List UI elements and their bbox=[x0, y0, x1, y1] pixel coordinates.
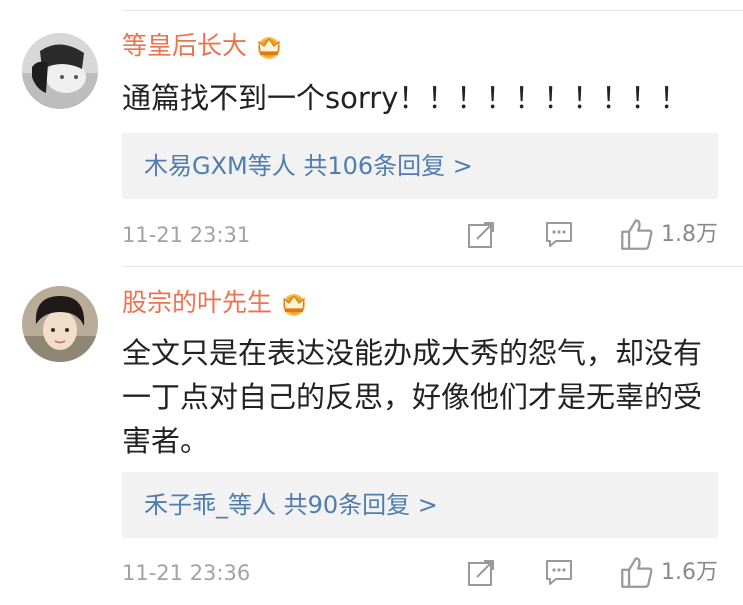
comment-text: 通篇找不到一个sorry！！！！！！！！！！ bbox=[122, 81, 689, 115]
username-row: 等皇后长大 bbox=[122, 28, 285, 64]
avatar[interactable] bbox=[22, 286, 98, 362]
timestamp: 11-21 23:36 bbox=[122, 561, 251, 585]
comment-icon[interactable] bbox=[544, 219, 574, 249]
like-count: 1.8万 bbox=[661, 222, 718, 247]
username[interactable]: 股宗的叶先生 bbox=[122, 285, 272, 321]
top-divider bbox=[122, 10, 743, 11]
crown-icon bbox=[283, 294, 306, 316]
username-row: 股宗的叶先生 bbox=[122, 285, 310, 321]
reply-link[interactable]: 禾子乖_等人 共90条回复 > bbox=[144, 472, 438, 538]
crown-icon bbox=[258, 37, 281, 59]
like-icon[interactable] bbox=[620, 555, 654, 589]
avatar[interactable] bbox=[22, 33, 98, 109]
username[interactable]: 等皇后长大 bbox=[122, 28, 247, 64]
timestamp: 11-21 23:31 bbox=[122, 223, 251, 247]
like-count: 1.6万 bbox=[661, 560, 718, 585]
share-icon[interactable] bbox=[467, 219, 497, 249]
reply-link[interactable]: 木易GXM等人 共106条回复 > bbox=[144, 133, 473, 199]
comment-divider bbox=[122, 266, 743, 267]
reply-box[interactable]: 禾子乖_等人 共90条回复 > bbox=[122, 472, 718, 538]
reply-box[interactable]: 木易GXM等人 共106条回复 > bbox=[122, 133, 718, 199]
share-icon[interactable] bbox=[467, 557, 497, 587]
comment-icon[interactable] bbox=[544, 557, 574, 587]
like-icon[interactable] bbox=[620, 217, 654, 251]
comment-text: 全文只是在表达没能办成大秀的怨气，却没有一丁点对自己的反思，好像他们才是无辜的受… bbox=[122, 336, 703, 458]
